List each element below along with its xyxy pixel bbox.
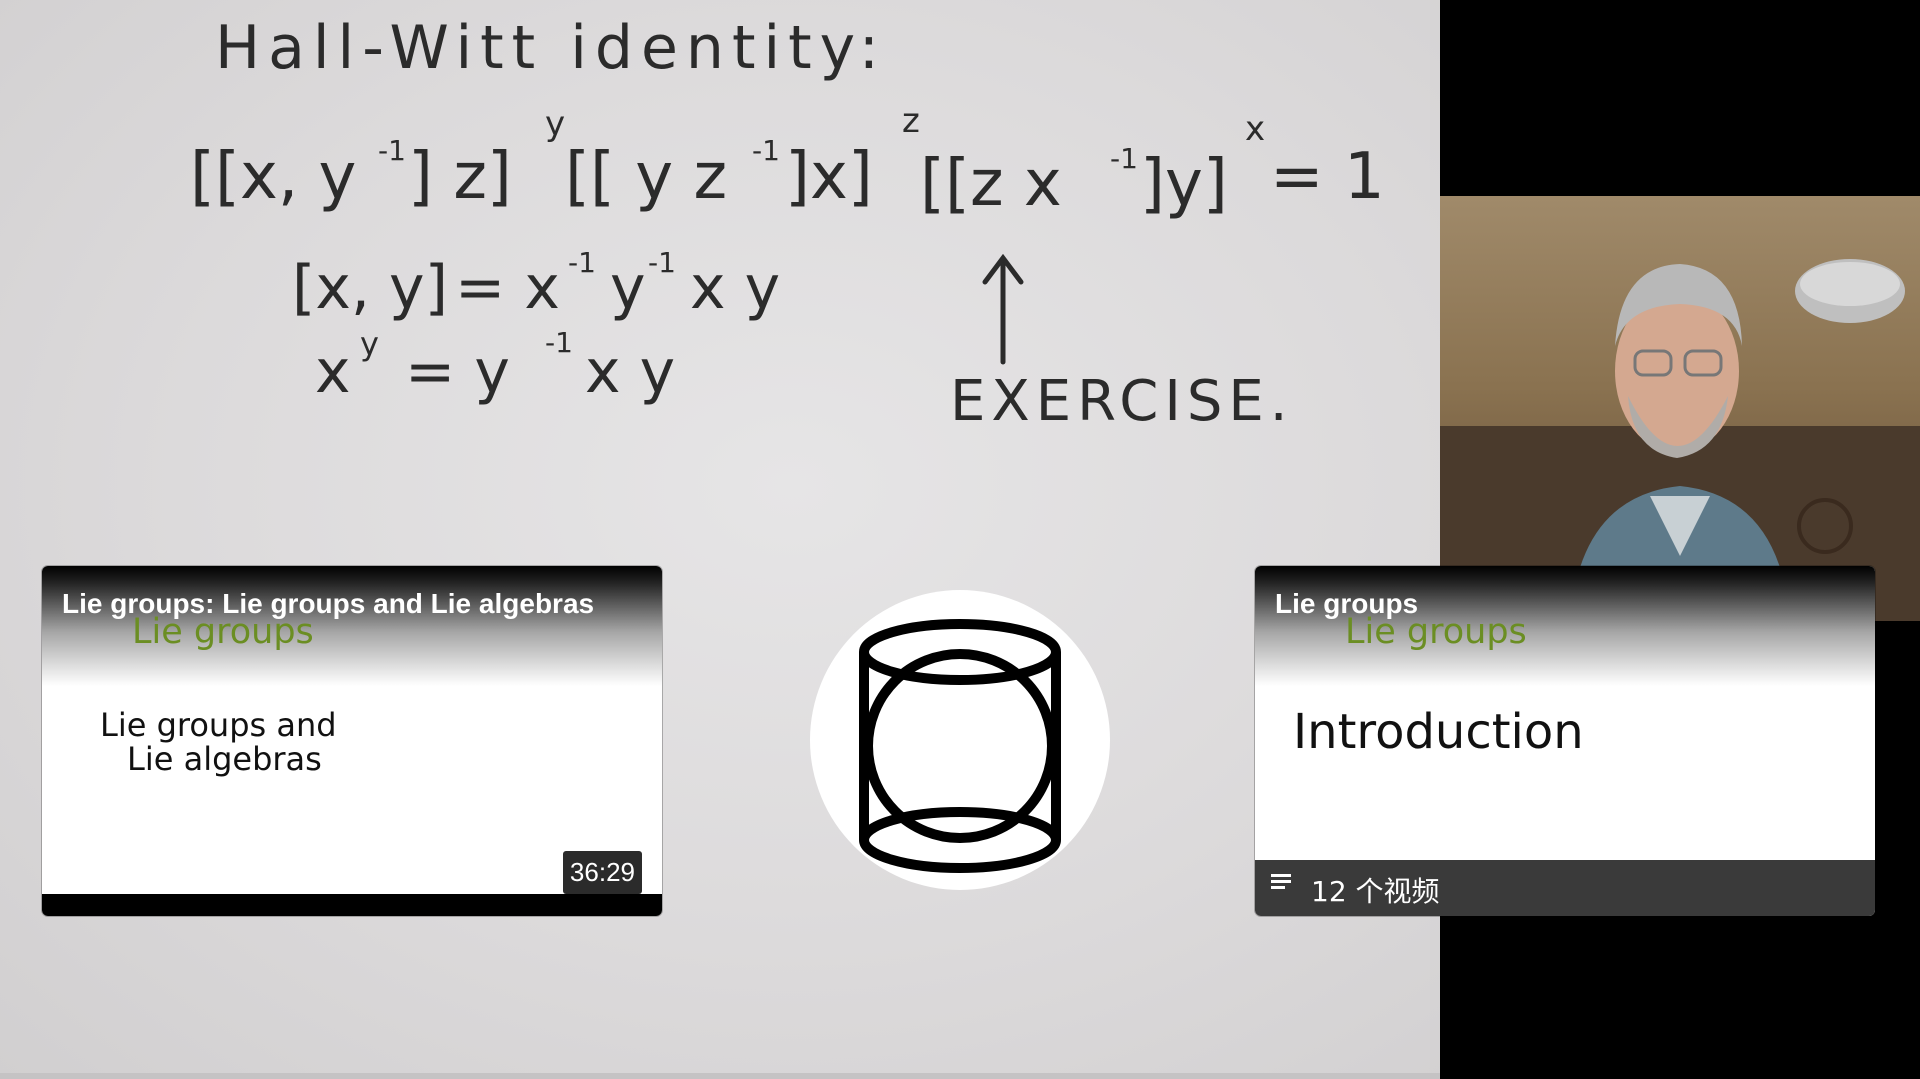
- cylinder-sphere-logo-icon: [859, 619, 1061, 873]
- whiteboard-video-frame: Hall-Witt identity: [[x, y -1 ] z] y [[ …: [0, 0, 1440, 1079]
- progress-track: [42, 894, 662, 916]
- presenter-webcam: [1440, 196, 1920, 621]
- identity-term3: [[z x: [920, 147, 1062, 221]
- conjugate-sup: y: [360, 325, 379, 363]
- commutator-inv1: -1: [568, 246, 596, 279]
- duration-badge: 36:29: [562, 851, 642, 894]
- identity-term2: [[ y z: [565, 140, 727, 214]
- commutator-mid: y: [610, 253, 646, 323]
- video-title[interactable]: Lie groups: Lie groups and Lie algebras: [62, 588, 594, 620]
- presenter-video-icon: [1440, 259, 1920, 621]
- commutator-inv2: -1: [648, 246, 676, 279]
- identity-term1-close: ] z]: [408, 140, 512, 214]
- channel-avatar[interactable]: [810, 590, 1110, 890]
- identity-line: [[x, y -1 ] z] y [[ y z -1 ]x] z [[z x -…: [190, 101, 1385, 221]
- conjugate-definition: x y = y -1 x y: [315, 325, 675, 407]
- conjugate-inv: -1: [545, 326, 573, 359]
- commutator-eq: = x: [455, 253, 560, 323]
- exercise-label: EXERCISE.: [950, 369, 1294, 434]
- playlist-count-bar: 12 个视频: [1255, 860, 1875, 916]
- identity-term2-sup: z: [902, 101, 920, 141]
- playlist-icon: [1271, 874, 1295, 892]
- identity-term3-close: ]y]: [1140, 147, 1228, 221]
- identity-term3-inv: -1: [1110, 142, 1138, 175]
- identity-term1-sup: y: [545, 104, 565, 144]
- video-card[interactable]: Lie groups and Lie algebras Lie groups L…: [42, 566, 662, 916]
- commutator-tail: x y: [690, 253, 780, 323]
- video-count: 12 个视频: [1311, 875, 1440, 908]
- identity-term2-close: ]x]: [785, 140, 873, 214]
- playlist-card[interactable]: Introduction Lie groups Lie groups 12 个视…: [1255, 566, 1875, 916]
- conjugate-eq: = y: [405, 337, 510, 407]
- commutator-lhs: [x, y]: [292, 253, 448, 323]
- slide-line-1: Lie groups and: [100, 706, 337, 744]
- identity-term3-sup: x: [1245, 109, 1265, 149]
- conjugate-tail: x y: [585, 337, 675, 407]
- identity-term1-inv: -1: [378, 134, 406, 167]
- up-arrow-icon: [982, 253, 1024, 365]
- identity-term2-inv: -1: [752, 134, 780, 167]
- conjugate-base: x: [315, 337, 351, 407]
- frame-bottom-edge: [0, 1073, 1440, 1079]
- slide-line-2: Lie algebras: [127, 740, 322, 778]
- playlist-title[interactable]: Lie groups: [1275, 588, 1418, 620]
- commutator-definition: [x, y] = x -1 y -1 x y: [292, 246, 780, 323]
- identity-equals-one: = 1: [1270, 140, 1385, 214]
- slide-intro-text: Introduction: [1293, 704, 1584, 760]
- identity-term1: [[x, y: [190, 140, 356, 214]
- whiteboard-equations: Hall-Witt identity: [[x, y -1 ] z] y [[ …: [190, 13, 1385, 434]
- heading-text: Hall-Witt identity:: [215, 13, 887, 83]
